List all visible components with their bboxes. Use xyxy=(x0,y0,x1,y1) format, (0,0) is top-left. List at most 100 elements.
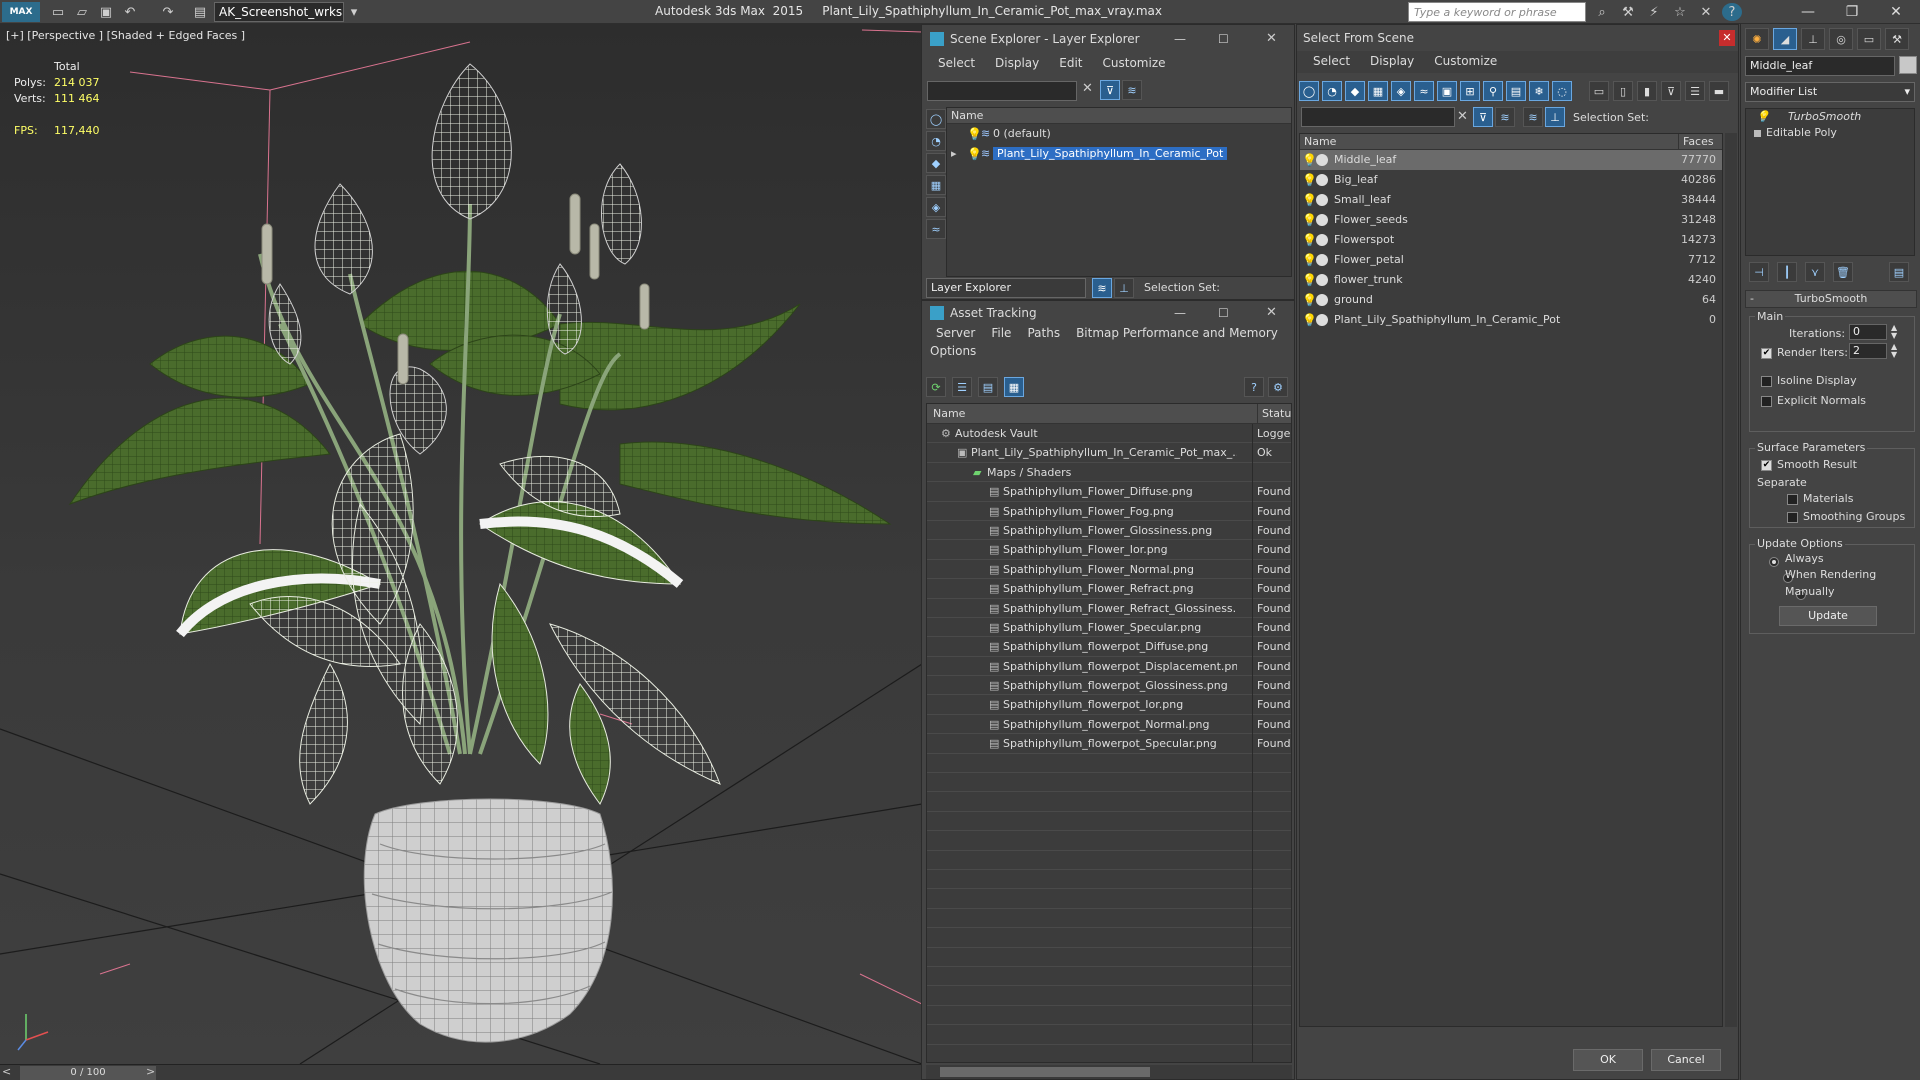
update-button[interactable]: Update xyxy=(1779,606,1877,626)
iterations-spinner[interactable]: 0 xyxy=(1849,324,1887,340)
show-end-result-icon[interactable]: ┃ xyxy=(1777,262,1797,282)
asset-row[interactable]: ▤ Spathiphyllum_flowerpot_Normal.png Found xyxy=(927,715,1291,735)
light-bulb-icon[interactable]: 💡 xyxy=(1302,250,1317,270)
configure-modifier-sets-icon[interactable]: ▤ xyxy=(1889,262,1909,282)
light-bulb-icon[interactable]: 💡 xyxy=(1302,170,1317,190)
asset-col-status[interactable]: Status xyxy=(1257,404,1291,424)
perspective-viewport[interactable]: [+] [Perspective ] [Shaded + Edged Faces… xyxy=(0,24,922,1064)
asset-row[interactable]: ▣ Plant_Lily_Spathiphyllum_In_Ceramic_Pot… xyxy=(927,443,1291,463)
help-icon[interactable]: ? xyxy=(1244,377,1264,397)
scene-explorer-maximize-icon[interactable]: ☐ xyxy=(1218,25,1229,53)
asset-row[interactable]: ⚙ Autodesk Vault Logge xyxy=(927,424,1291,444)
asset-minimize-icon[interactable]: — xyxy=(1174,301,1186,325)
display-frozen-icon[interactable]: ❄ xyxy=(1529,81,1549,101)
layer-row-plant[interactable]: ▸ 💡 ≋ Plant_Lily_Spathiphyllum_In_Cerami… xyxy=(947,144,1291,164)
binoculars-icon[interactable]: ⌕ xyxy=(1592,3,1612,21)
smooth-result-checkbox[interactable]: ✔ xyxy=(1761,460,1772,471)
favorites-star-icon[interactable]: ☆ xyxy=(1670,3,1690,21)
light-bulb-icon[interactable]: 💡 xyxy=(967,124,982,144)
asset-row[interactable]: ▤ Spathiphyllum_flowerpot_Ior.png Found xyxy=(927,695,1291,715)
restore-icon[interactable]: ❐ xyxy=(1830,0,1874,24)
display-geometry-icon[interactable]: ◯ xyxy=(1299,81,1319,101)
exchange-icon[interactable]: ✕ xyxy=(1696,3,1716,21)
asset-menu-paths[interactable]: Paths xyxy=(1019,325,1068,343)
subscription-icon[interactable]: ⚒ xyxy=(1618,3,1638,21)
always-radio[interactable] xyxy=(1769,557,1779,567)
scrollbar-thumb[interactable] xyxy=(940,1067,1150,1077)
asset-tracking-title-bar[interactable]: Asset Tracking — ☐ ✕ xyxy=(922,301,1294,325)
cancel-button[interactable]: Cancel xyxy=(1651,1049,1721,1071)
make-unique-icon[interactable]: ⋎ xyxy=(1805,262,1825,282)
create-tab-icon[interactable]: ✺ xyxy=(1745,28,1769,50)
light-bulb-icon[interactable]: 💡 xyxy=(1302,150,1317,170)
hierarchy-icon[interactable]: ⊥ xyxy=(1545,107,1565,127)
asset-row[interactable]: ▤ Spathiphyllum_Flower_Normal.png Found xyxy=(927,560,1291,580)
scene-menu-customize[interactable]: Customize xyxy=(1093,53,1176,75)
sort-by-layer-icon[interactable]: ≋ xyxy=(1523,107,1543,127)
light-bulb-icon[interactable]: 💡 xyxy=(967,144,982,164)
asset-row[interactable]: ▤ Spathiphyllum_Flower_Glossiness.png Foun… xyxy=(927,521,1291,541)
select-search-field[interactable] xyxy=(1301,107,1455,127)
asset-col-name[interactable]: Name xyxy=(933,404,965,424)
select-layer-tools-icon[interactable]: ≋ xyxy=(1495,107,1515,127)
expand-arrow-icon[interactable]: ▸ xyxy=(951,144,957,164)
remove-modifier-icon[interactable]: 🗑 xyxy=(1833,262,1853,282)
minimize-icon[interactable]: — xyxy=(1786,0,1830,24)
thumbnail-view-icon[interactable]: ▤ xyxy=(978,377,998,397)
search-input[interactable]: Type a keyword or phrase xyxy=(1408,2,1586,22)
sort-by-layer-icon[interactable]: ≋ xyxy=(1092,278,1112,298)
light-bulb-icon[interactable]: 💡 xyxy=(1302,290,1317,310)
smoothing-groups-checkbox[interactable] xyxy=(1787,512,1798,523)
scene-menu-select[interactable]: Select xyxy=(928,53,985,75)
layer-tree-header[interactable]: Name xyxy=(947,108,1291,124)
layer-row-default[interactable]: 💡 ≋ 0 (default) xyxy=(947,124,1291,144)
app-logo[interactable]: MAX xyxy=(2,2,40,22)
display-spacewarps-icon[interactable]: ≈ xyxy=(926,219,946,239)
asset-row[interactable]: ▤ Spathiphyllum_flowerpot_Glossiness.png F… xyxy=(927,676,1291,696)
scene-explorer-title-bar[interactable]: Scene Explorer - Layer Explorer — ☐ ✕ xyxy=(922,25,1294,53)
settings-icon[interactable]: ⚙ xyxy=(1268,377,1288,397)
select-all-icon[interactable]: ▭ xyxy=(1589,81,1609,101)
time-slider-bar[interactable]: < 0 / 100 > xyxy=(0,1064,922,1080)
display-cameras-icon[interactable]: ▦ xyxy=(1368,81,1388,101)
new-file-icon[interactable]: ▭ xyxy=(48,3,68,21)
object-name-field[interactable]: Middle_leaf xyxy=(1745,56,1895,76)
select-filter-icon[interactable]: ⊽ xyxy=(1473,107,1493,127)
motion-tab-icon[interactable]: ◎ xyxy=(1829,28,1853,50)
hierarchy-icon[interactable]: ⊥ xyxy=(1114,278,1134,298)
scene-object-row[interactable]: 💡 flower_trunk 4240 xyxy=(1300,270,1722,290)
refresh-icon[interactable]: ⟳ xyxy=(926,377,946,397)
collapse-list-icon[interactable]: ▬ xyxy=(1709,81,1729,101)
save-icon[interactable]: ▣ xyxy=(96,3,116,21)
light-bulb-icon[interactable]: 💡 xyxy=(1302,190,1317,210)
display-spacewarps-icon[interactable]: ≈ xyxy=(1414,81,1434,101)
object-color-swatch[interactable] xyxy=(1899,56,1917,74)
stack-item-turbosmooth[interactable]: 💡 TurboSmooth xyxy=(1746,109,1914,125)
turbosmooth-rollout-header[interactable]: - TurboSmooth xyxy=(1745,290,1917,308)
scene-object-row[interactable]: 💡 Flowerspot 14273 xyxy=(1300,230,1722,250)
utilities-tab-icon[interactable]: ⚒ xyxy=(1885,28,1909,50)
asset-menu-bitmap[interactable]: Bitmap Performance and Memory xyxy=(1068,325,1286,343)
display-lights-icon[interactable]: ◆ xyxy=(1345,81,1365,101)
materials-checkbox[interactable] xyxy=(1787,494,1798,505)
asset-menu-server[interactable]: Server xyxy=(928,325,983,343)
time-slider[interactable]: 0 / 100 xyxy=(20,1066,156,1080)
isoline-display-checkbox[interactable] xyxy=(1761,376,1772,387)
asset-row[interactable]: ▤ Spathiphyllum_Flower_Specular.png Found xyxy=(927,618,1291,638)
scene-object-row[interactable]: 💡 Small_leaf 38444 xyxy=(1300,190,1722,210)
close-icon[interactable]: ✕ xyxy=(1874,0,1918,24)
filter-icon[interactable]: ⊽ xyxy=(1100,80,1120,100)
modifier-bulb-icon[interactable]: 💡 xyxy=(1756,109,1770,125)
scene-menu-edit[interactable]: Edit xyxy=(1049,53,1092,75)
scene-object-row[interactable]: 💡 Flower_petal 7712 xyxy=(1300,250,1722,270)
scene-object-row[interactable]: 💡 Flower_seeds 31248 xyxy=(1300,210,1722,230)
display-xrefs-icon[interactable]: ⊞ xyxy=(1460,81,1480,101)
display-cameras-icon[interactable]: ▦ xyxy=(926,175,946,195)
modify-tab-icon[interactable]: ◢ xyxy=(1773,28,1797,50)
display-helpers-icon[interactable]: ◈ xyxy=(926,197,946,217)
display-geometry-icon[interactable]: ◯ xyxy=(926,109,946,129)
display-groups-icon[interactable]: ▣ xyxy=(1437,81,1457,101)
workspace-dropdown[interactable]: AK_Screenshot_wrksp xyxy=(214,2,344,22)
stack-item-editable-poly[interactable]: Editable Poly xyxy=(1746,125,1914,141)
display-hidden-icon[interactable]: ◌ xyxy=(1552,81,1572,101)
